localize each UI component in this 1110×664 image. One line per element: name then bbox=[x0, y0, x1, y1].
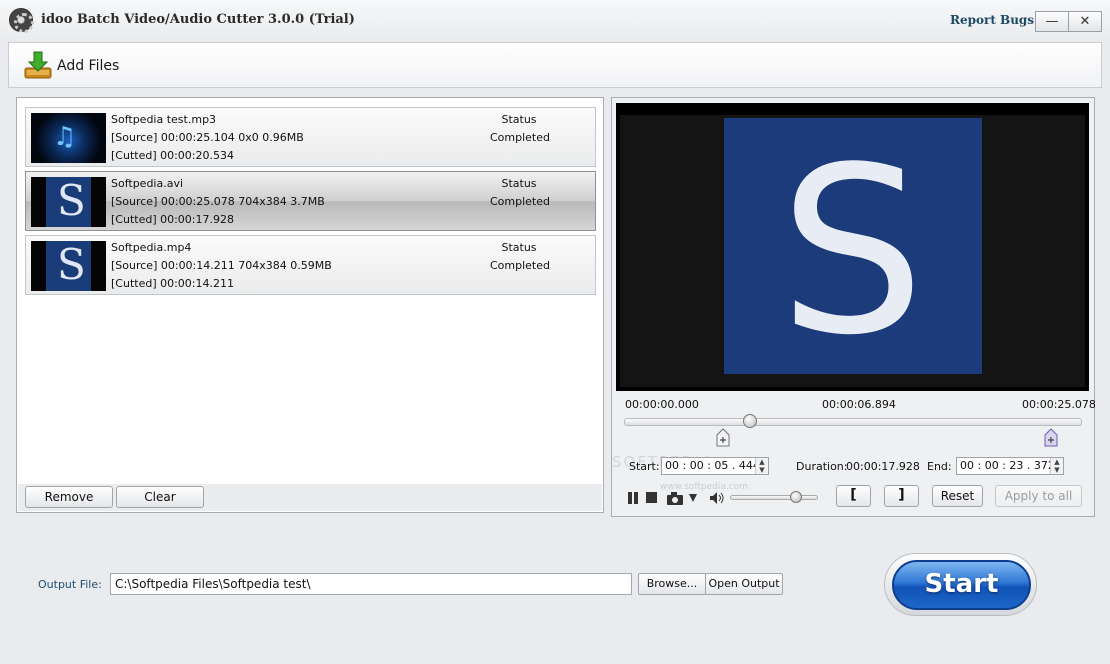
file-cutted-info: [Cutted] 00:00:20.534 bbox=[111, 149, 235, 162]
music-note-icon: ♫ bbox=[31, 113, 106, 163]
output-file-label: Output File: bbox=[38, 578, 102, 591]
end-spin-arrows-icon[interactable]: ▲ ▼ bbox=[1050, 458, 1063, 474]
video-thumbnail: S bbox=[31, 241, 106, 291]
add-files-button[interactable]: Add Files bbox=[57, 58, 119, 74]
end-time-value: 00 : 00 : 23 . 372 bbox=[960, 459, 1055, 472]
start-button[interactable]: Start bbox=[892, 560, 1031, 610]
volume-slider-knob[interactable] bbox=[790, 491, 802, 503]
start-time-value: 00 : 00 : 05 . 444 bbox=[665, 459, 760, 472]
video-thumbnail: S bbox=[31, 177, 106, 227]
cut-end-marker[interactable] bbox=[1043, 428, 1059, 448]
volume-icon[interactable] bbox=[709, 491, 725, 505]
file-name: Softpedia test.mp3 bbox=[111, 113, 217, 126]
file-item-mp4[interactable]: S Softpedia.mp4 [Source] 00:00:14.211 70… bbox=[25, 235, 596, 295]
preview-panel: S 00:00:00.000 00:00:06.894 00:00:25.078… bbox=[611, 97, 1096, 517]
dropdown-arrow-icon[interactable] bbox=[688, 491, 698, 505]
volume-slider-track[interactable] bbox=[730, 495, 818, 500]
duration-value: 00:00:17.928 bbox=[846, 460, 920, 473]
apply-to-all-button[interactable]: Apply to all bbox=[995, 485, 1082, 507]
toolbar: Add Files bbox=[8, 42, 1102, 88]
add-files-icon[interactable] bbox=[23, 50, 53, 80]
status-value: Completed bbox=[490, 195, 550, 208]
time-end: 00:00:25.078 bbox=[1022, 398, 1096, 411]
time-current: 00:00:06.894 bbox=[822, 398, 896, 411]
start-spin-arrows-icon[interactable]: ▲ ▼ bbox=[755, 458, 768, 474]
clear-button[interactable]: Clear bbox=[116, 486, 204, 508]
start-time-input[interactable]: 00 : 00 : 05 . 444 ▲ ▼ bbox=[661, 457, 769, 475]
duration-label: Duration: bbox=[796, 460, 848, 473]
status-label: Status bbox=[501, 241, 537, 254]
reset-button[interactable]: Reset bbox=[932, 485, 983, 507]
file-name: Softpedia.avi bbox=[111, 177, 184, 190]
start-label: Start: bbox=[629, 460, 660, 473]
stop-icon[interactable] bbox=[645, 491, 658, 504]
end-time-input[interactable]: 00 : 00 : 23 . 372 ▲ ▼ bbox=[956, 457, 1064, 475]
output-path-input[interactable] bbox=[110, 573, 632, 595]
start-button-frame: Start bbox=[884, 553, 1037, 616]
end-label: End: bbox=[927, 460, 952, 473]
report-bugs-link[interactable]: Report Bugs bbox=[950, 13, 1034, 27]
list-footer: Remove Clear bbox=[18, 484, 602, 511]
set-end-button[interactable]: ] bbox=[884, 485, 919, 507]
title-bar: idoo Batch Video/Audio Cutter 3.0.0 (Tri… bbox=[0, 0, 1110, 42]
file-source-info: [Source] 00:00:25.104 0x0 0.96MB bbox=[111, 131, 304, 144]
camera-icon[interactable] bbox=[666, 491, 684, 506]
set-start-button[interactable]: [ bbox=[836, 485, 871, 507]
file-cutted-info: [Cutted] 00:00:17.928 bbox=[111, 213, 235, 226]
cut-start-marker[interactable] bbox=[715, 428, 731, 448]
remove-button[interactable]: Remove bbox=[25, 486, 113, 508]
playhead-knob[interactable] bbox=[742, 414, 757, 428]
file-item-mp3[interactable]: ♫ Softpedia test.mp3 [Source] 00:00:25.1… bbox=[25, 107, 596, 167]
timeline-track[interactable] bbox=[624, 418, 1082, 426]
file-cutted-info: [Cutted] 00:00:14.211 bbox=[111, 277, 235, 290]
open-output-button[interactable]: Open Output bbox=[705, 573, 783, 595]
status-label: Status bbox=[501, 177, 537, 190]
window-title: idoo Batch Video/Audio Cutter 3.0.0 (Tri… bbox=[41, 12, 355, 27]
video-frame: S bbox=[724, 118, 982, 374]
status-label: Status bbox=[501, 113, 537, 126]
file-item-avi[interactable]: S Softpedia.avi [Source] 00:00:25.078 70… bbox=[25, 171, 596, 231]
minimize-button[interactable]: — bbox=[1035, 11, 1069, 32]
file-name: Softpedia.mp4 bbox=[111, 241, 192, 254]
video-preview: S bbox=[616, 103, 1089, 391]
pause-icon[interactable] bbox=[626, 491, 640, 505]
status-value: Completed bbox=[490, 259, 550, 272]
file-source-info: [Source] 00:00:25.078 704x384 3.7MB bbox=[111, 195, 325, 208]
video-canvas: S bbox=[620, 115, 1085, 387]
status-value: Completed bbox=[490, 131, 550, 144]
file-list-panel: ♫ Softpedia test.mp3 [Source] 00:00:25.1… bbox=[16, 97, 604, 513]
film-reel-icon bbox=[9, 8, 34, 33]
time-start: 00:00:00.000 bbox=[625, 398, 699, 411]
browse-button[interactable]: Browse... bbox=[638, 573, 706, 595]
file-source-info: [Source] 00:00:14.211 704x384 0.59MB bbox=[111, 259, 332, 272]
close-button[interactable]: ✕ bbox=[1068, 11, 1102, 32]
